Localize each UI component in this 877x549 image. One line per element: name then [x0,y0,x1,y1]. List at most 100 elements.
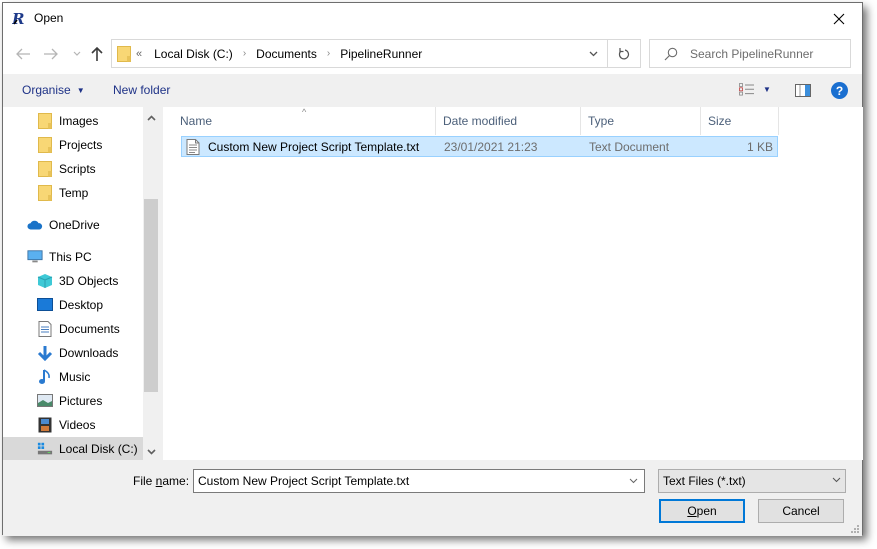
folder-icon [37,137,53,153]
sidebar-item-videos[interactable]: Videos [3,413,143,437]
file-name-label-prefix: File [133,474,156,488]
sidebar-item-pictures[interactable]: Pictures [3,389,143,413]
title-bar: R Open [3,3,862,34]
sidebar-item-this-pc[interactable]: This PC [3,245,143,269]
sidebar-item-scripts[interactable]: Scripts [3,157,143,181]
forward-button[interactable] [41,44,61,64]
scrollbar-thumb[interactable] [144,199,158,392]
preview-pane-icon[interactable] [795,84,811,97]
text-file-icon [186,138,200,155]
search-icon [664,47,678,61]
arrow-up-icon [91,46,103,61]
sidebar-item-label: Pictures [59,394,103,408]
chevron-down-icon [147,448,156,455]
new-folder-button[interactable]: New folder [113,83,170,97]
file-name: Custom New Project Script Template.txt [208,139,420,154]
sidebar-item-label: Documents [59,322,120,336]
caret-down-icon: ▼ [76,85,85,95]
refresh-icon [618,48,629,60]
back-button[interactable] [13,44,33,64]
address-history-button[interactable] [581,40,605,67]
resize-grip-icon[interactable] [850,524,859,533]
sidebar-item-onedrive[interactable]: OneDrive [3,213,143,237]
video-icon [37,417,53,433]
cloud-icon [27,217,43,233]
file-row[interactable]: Custom New Project Script Template.txt 2… [181,136,778,157]
sidebar-item-documents[interactable]: Documents [3,317,143,341]
column-header-name[interactable]: Name [173,107,436,135]
scroll-up-button[interactable] [143,109,160,126]
app-logo-icon: R [12,10,24,26]
picture-icon [37,393,53,409]
file-name-input[interactable] [194,470,614,492]
file-type-select[interactable]: Text Files (*.txt) [658,469,846,493]
file-name-label-suffix: ame: [162,474,190,488]
sidebar-item-3d-objects[interactable]: 3D Objects [3,269,143,293]
sidebar-item-images[interactable]: Images [3,109,143,133]
chevron-right-icon[interactable]: › [243,48,246,59]
refresh-button[interactable] [607,40,640,67]
scroll-down-button[interactable] [143,443,160,460]
file-name-cell: Custom New Project Script Template.txt [186,137,419,156]
sidebar-item-label: Desktop [59,298,104,312]
sidebar-item-music[interactable]: Music [3,365,143,389]
address-bar[interactable]: « Local Disk (C:) › Documents › Pipeline… [111,39,641,68]
details-view-icon [739,83,754,96]
sidebar-item-local-disk-c[interactable]: Local Disk (C:) [3,437,143,460]
column-header-size[interactable]: Size [701,107,779,135]
cancel-button[interactable]: Cancel [758,499,844,523]
sidebar-item-label: Projects [59,138,103,152]
open-label: pen [696,504,717,518]
sidebar-item-label: OneDrive [49,218,100,232]
breadcrumb-item[interactable]: Local Disk (C:) [150,47,237,61]
file-size: 1 KB [746,139,773,154]
folder-icon [37,113,53,129]
up-button[interactable] [87,44,107,64]
toolbar: Organise ▼ New folder ▼ ? [3,74,862,107]
computer-icon [27,249,43,265]
breadcrumb-item[interactable]: PipelineRunner [336,47,426,61]
breadcrumb-item[interactable]: Documents [252,47,321,61]
search-input[interactable]: Search PipelineRunner [649,39,851,68]
arrow-right-icon [44,48,58,60]
chevron-down-icon [832,473,841,489]
arrow-left-icon [16,48,30,60]
sidebar-item-downloads[interactable]: Downloads [3,341,143,365]
sidebar-item-label: Music [59,370,91,384]
chevron-right-icon[interactable]: › [327,48,330,59]
change-view-button[interactable]: ▼ [739,83,771,96]
sidebar-item-projects[interactable]: Projects [3,133,143,157]
breadcrumb: « Local Disk (C:) › Documents › Pipeline… [136,40,426,67]
navigation-pane-scrollbar[interactable] [143,107,160,460]
column-header-date-modified[interactable]: Date modified [436,107,581,135]
navigation-bar: « Local Disk (C:) › Documents › Pipeline… [3,34,862,74]
chevron-down-icon [629,478,637,484]
help-icon: ? [835,83,844,98]
organise-button[interactable]: Organise ▼ [22,83,85,97]
file-name-dropdown-button[interactable] [624,470,642,492]
close-button[interactable] [816,3,862,34]
cube-icon [37,273,53,289]
column-header-type[interactable]: Type [581,107,701,135]
sidebar-item-label: Downloads [59,346,119,360]
file-name-combobox[interactable] [193,469,645,493]
drive-icon [37,441,53,457]
caret-down-icon: ▼ [763,85,771,94]
navigation-pane: Images Projects Scripts Temp OneDrive This PC… [3,107,160,460]
dialog-footer: File name: Text Files (*.txt) Open Cance… [3,460,862,536]
open-button[interactable]: Open [659,499,745,523]
chevron-down-icon [73,51,81,56]
open-mnemonic: O [687,504,697,518]
file-list: ^ Name Date modified Type Size Custom Ne… [163,107,863,460]
file-type: Text Document [589,139,670,154]
sidebar-item-label: 3D Objects [59,274,119,288]
help-button[interactable]: ? [831,82,848,99]
file-name-label: File name: [133,474,189,488]
folder-icon [37,185,53,201]
breadcrumb-overflow[interactable]: « [136,48,142,60]
sidebar-item-desktop[interactable]: Desktop [3,293,143,317]
sidebar-item-label: Local Disk (C:) [59,442,138,456]
file-type-selected: Text Files (*.txt) [663,474,746,488]
sidebar-item-temp[interactable]: Temp [3,181,143,205]
recent-locations-button[interactable] [67,44,87,64]
